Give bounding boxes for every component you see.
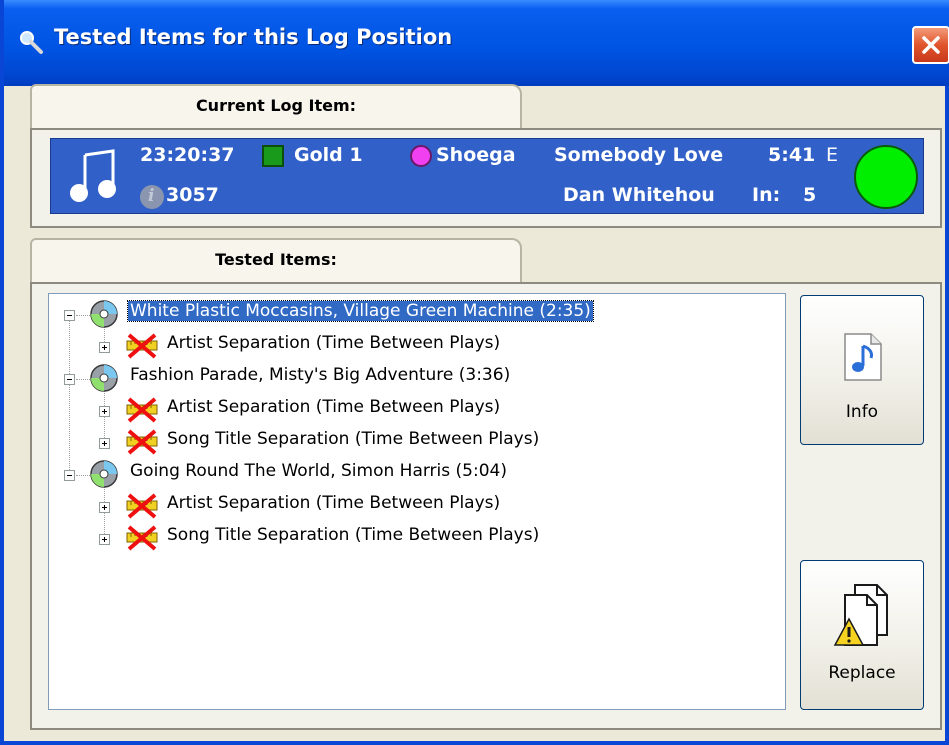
log-id: 3057 (166, 184, 219, 206)
tree-rule-label[interactable]: Artist Separation (Time Between Plays) (167, 333, 500, 353)
tab-tested-items: Tested Items: (30, 238, 522, 284)
expand-toggle[interactable] (99, 438, 110, 449)
tree-song-row[interactable]: Going Round The World, Simon Harris (5:0… (49, 458, 785, 490)
log-in-value: 5 (803, 184, 817, 206)
close-button[interactable] (912, 26, 949, 64)
log-artist-short: Shoega (436, 144, 516, 166)
tree-song-label[interactable]: Going Round The World, Simon Harris (5:0… (130, 461, 507, 481)
tested-items-window: Tested Items for this Log Position Curre… (0, 0, 949, 745)
cd-icon (90, 364, 118, 392)
window-title: Tested Items for this Log Position (54, 25, 453, 49)
replace-button-label: Replace (828, 663, 896, 683)
tree-rule-row[interactable]: Song Title Separation (Time Between Play… (49, 522, 785, 554)
rule-violation-icon (126, 429, 158, 455)
info-disc-icon: i (140, 185, 164, 209)
tested-items-tab-label: Tested Items: (215, 250, 337, 269)
expand-toggle[interactable] (99, 502, 110, 513)
tree-rule-row[interactable]: Artist Separation (Time Between Plays) (49, 394, 785, 426)
info-button[interactable]: Info (800, 295, 924, 445)
tree-rule-row[interactable]: Artist Separation (Time Between Plays) (49, 330, 785, 362)
log-in-label: In: (752, 184, 781, 206)
log-category: Gold 1 (294, 144, 363, 166)
close-icon (922, 36, 940, 54)
title-bar[interactable]: Tested Items for this Log Position (4, 0, 949, 86)
tree-rule-label[interactable]: Song Title Separation (Time Between Play… (167, 429, 539, 449)
log-artist-line2: Dan Whitehou (563, 184, 715, 206)
replace-warning-icon (833, 584, 888, 646)
rule-violation-icon (126, 333, 158, 359)
current-log-tab-label: Current Log Item: (195, 96, 357, 115)
tree-rule-row[interactable]: Artist Separation (Time Between Plays) (49, 490, 785, 522)
log-length: 5:41 (768, 144, 816, 166)
expand-toggle[interactable] (99, 406, 110, 417)
log-song-title: Somebody Love (554, 144, 724, 166)
collapse-toggle[interactable] (64, 470, 75, 481)
tree-rule-row[interactable]: Song Title Separation (Time Between Play… (49, 426, 785, 458)
music-file-icon (844, 333, 882, 381)
music-note-icon (70, 149, 116, 202)
collapse-toggle[interactable] (64, 374, 75, 385)
expand-toggle[interactable] (99, 342, 110, 353)
tree-rule-label[interactable]: Artist Separation (Time Between Plays) (167, 397, 500, 417)
tested-items-tree[interactable]: White Plastic Moccasins, Village Green M… (48, 293, 786, 710)
tree-song-row[interactable]: White Plastic Moccasins, Village Green M… (49, 298, 785, 330)
replace-button[interactable]: Replace (800, 560, 924, 710)
info-button-label: Info (845, 402, 879, 422)
magnifier-icon (20, 31, 43, 54)
cd-icon (90, 460, 118, 488)
rule-violation-icon (126, 397, 158, 423)
mood-color-dot (410, 145, 432, 167)
tree-song-label[interactable]: Fashion Parade, Misty's Big Adventure (3… (130, 365, 510, 385)
expand-toggle[interactable] (99, 534, 110, 545)
tree-song-row[interactable]: Fashion Parade, Misty's Big Adventure (3… (49, 362, 785, 394)
tab-current-log-item: Current Log Item: (30, 84, 522, 130)
rule-violation-icon (126, 525, 158, 551)
tree-rule-label[interactable]: Artist Separation (Time Between Plays) (167, 493, 500, 513)
category-color-swatch (262, 145, 284, 167)
status-indicator (854, 145, 918, 209)
cd-icon (90, 300, 118, 328)
tree-song-label[interactable]: White Plastic Moccasins, Village Green M… (127, 300, 594, 322)
log-time: 23:20:37 (140, 144, 235, 166)
tree-rule-label[interactable]: Song Title Separation (Time Between Play… (167, 525, 539, 545)
rule-violation-icon (126, 493, 158, 519)
log-end-flag: E (826, 144, 839, 166)
collapse-toggle[interactable] (64, 310, 75, 321)
